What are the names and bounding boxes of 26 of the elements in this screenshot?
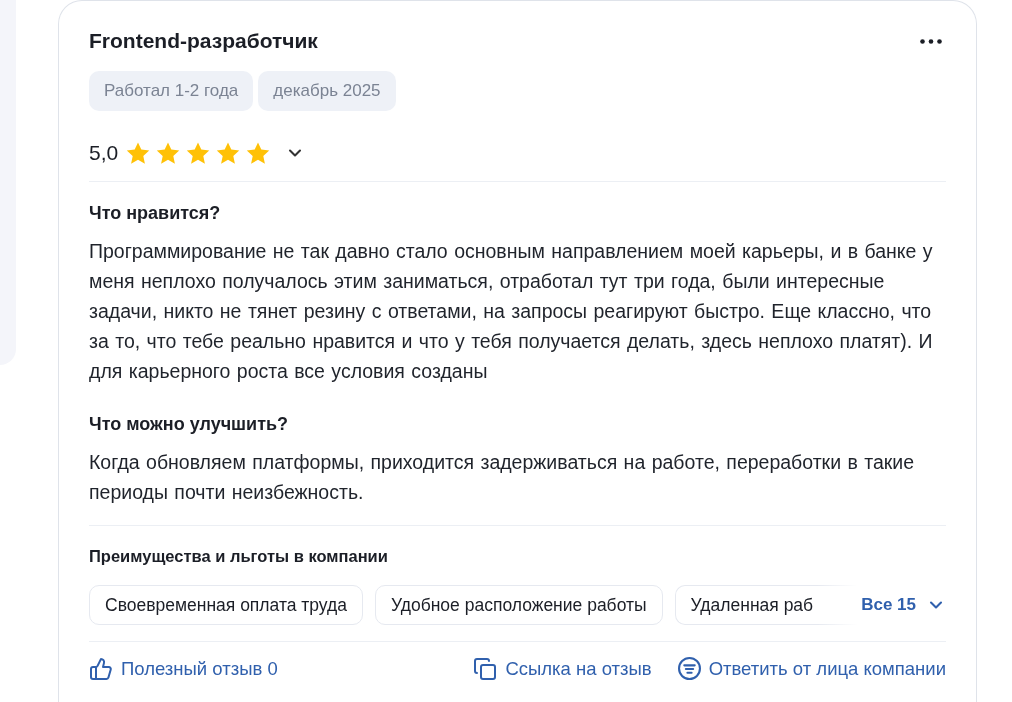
star-icon [246, 141, 271, 165]
section-heading: Что можно улучшить? [89, 413, 290, 436]
copy-icon [473, 656, 498, 681]
reply-link[interactable]: Ответить от лица компании [677, 655, 946, 683]
review-text: Когда обновляем платформы, приходится задерживаться на работе, переработки в такие периоды почти неизбежность. [89, 450, 916, 505]
star-icon [186, 141, 211, 165]
star-icon [156, 141, 181, 165]
review-text: Программирование не так давно стало основным направлением моей карьеры, и в банке у меня неплохо получалось этим заниматься, отработал тут три года, были интересные задачи, никто не тянет резину с ответами, на запросы реагируют быстро. Еще классно, что за то, что тебе реально нравится и что у тебя получается делать, здесь неплохо платят). И для карьерного роста все условия созданы [89, 239, 934, 384]
thumbs-up-icon [89, 656, 113, 681]
more-icon [920, 38, 942, 44]
helpful-review-link[interactable]: Полезный отзыв 0 [89, 655, 278, 683]
benefit-chip: Удаленная раб [674, 585, 858, 625]
review-title: Frontend-разработчик [89, 28, 318, 54]
benefit-chip: Удобное расположение работы [375, 585, 663, 625]
tag: декабрь 2025 [258, 71, 396, 111]
star-icon [126, 141, 151, 165]
comment-icon [677, 657, 701, 681]
benefit-chip: Своевременная оплата труда [89, 585, 363, 625]
more-button[interactable] [918, 36, 944, 46]
benefits-heading: Преимущества и льготы в компании [89, 546, 389, 567]
tag: Работал 1-2 года [89, 71, 254, 111]
rating-value: 5,0 [89, 140, 119, 166]
review-link[interactable]: Ссылка на отзыв [473, 655, 652, 683]
section-heading: Что нравится? [89, 202, 222, 225]
star-icon [216, 141, 241, 165]
show-all-benefits-button[interactable]: Все 15 [861, 592, 946, 618]
